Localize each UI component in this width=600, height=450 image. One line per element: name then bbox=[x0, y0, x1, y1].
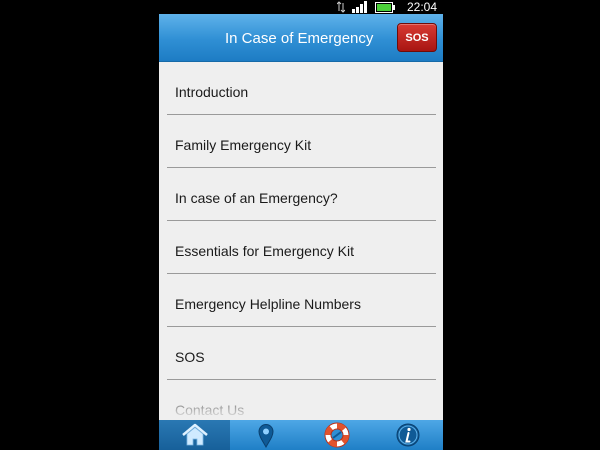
app-screen: 22:04 In Case of Emergency SOS Introduct… bbox=[159, 0, 443, 450]
menu-item-label: Contact Us bbox=[175, 402, 245, 418]
menu-item-essentials-kit[interactable]: Essentials for Emergency Kit bbox=[167, 221, 436, 274]
menu-list: Introduction Family Emergency Kit In cas… bbox=[159, 62, 443, 420]
status-bar: 22:04 bbox=[159, 0, 443, 14]
battery-icon bbox=[375, 2, 395, 13]
menu-item-label: Essentials for Emergency Kit bbox=[175, 243, 354, 259]
nav-tab-info[interactable] bbox=[372, 420, 443, 450]
nav-tab-home[interactable] bbox=[159, 420, 230, 450]
menu-item-label: Introduction bbox=[175, 84, 249, 100]
menu-item-introduction[interactable]: Introduction bbox=[167, 62, 436, 115]
signal-icon bbox=[352, 1, 367, 13]
menu-item-label: In case of an Emergency? bbox=[175, 190, 338, 206]
status-time: 22:04 bbox=[406, 0, 437, 14]
data-transfer-icon bbox=[337, 1, 345, 13]
menu-item-sos[interactable]: SOS bbox=[167, 327, 436, 380]
menu-item-in-case-of-emergency[interactable]: In case of an Emergency? bbox=[167, 168, 436, 221]
home-icon bbox=[181, 423, 208, 446]
title-bar: In Case of Emergency SOS bbox=[159, 14, 443, 62]
nav-tab-location[interactable] bbox=[230, 420, 301, 450]
menu-item-family-emergency-kit[interactable]: Family Emergency Kit bbox=[167, 115, 436, 168]
app-title: In Case of Emergency bbox=[225, 30, 374, 47]
bottom-nav bbox=[159, 420, 443, 450]
menu-item-label: SOS bbox=[175, 349, 205, 365]
menu-item-helpline-numbers[interactable]: Emergency Helpline Numbers bbox=[167, 274, 436, 327]
nav-tab-help[interactable] bbox=[301, 420, 372, 450]
info-icon bbox=[396, 423, 419, 447]
sos-button[interactable]: SOS bbox=[397, 23, 437, 52]
menu-item-contact-us[interactable]: Contact Us bbox=[167, 380, 436, 420]
lifebuoy-icon bbox=[324, 422, 349, 448]
location-pin-icon bbox=[257, 424, 274, 448]
menu-item-label: Family Emergency Kit bbox=[175, 137, 312, 153]
menu-item-label: Emergency Helpline Numbers bbox=[175, 296, 361, 312]
